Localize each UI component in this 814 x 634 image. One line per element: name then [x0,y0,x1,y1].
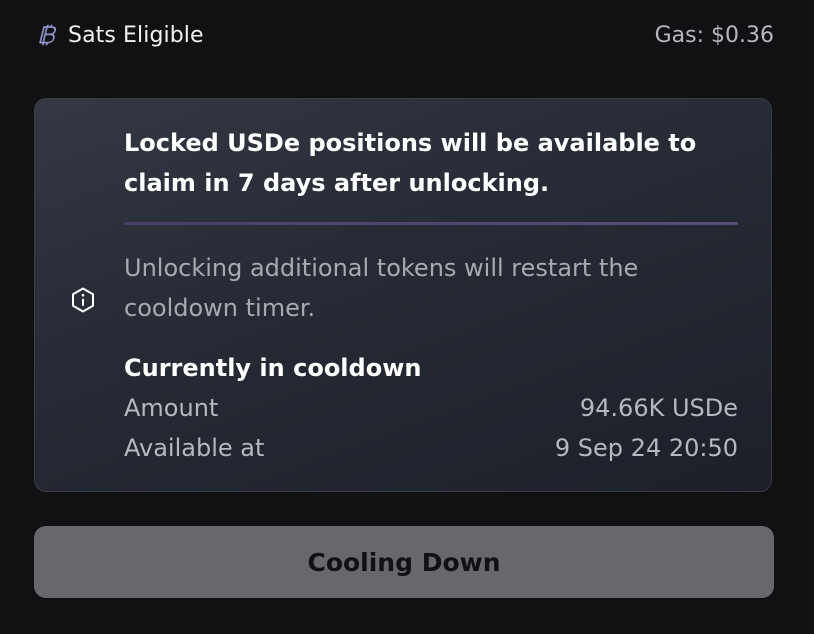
card-content: Locked USDe positions will be available … [124,123,738,468]
sats-eligible-label: Sats Eligible [68,22,204,48]
sats-eligible: Sats Eligible [34,23,204,48]
amount-row: Amount 94.66K USDe [124,388,738,428]
amount-value: 94.66K USDe [579,394,738,422]
bitcoin-icon [34,23,58,47]
amount-label: Amount [124,394,219,422]
lock-headline: Locked USDe positions will be available … [124,129,697,197]
available-at-value: 9 Sep 24 20:50 [554,434,738,462]
info-hexagon-icon [70,286,96,314]
unlock-panel: Sats Eligible Gas: $0.36 Locked USDe pos… [0,0,814,634]
cooldown-info-card: Locked USDe positions will be available … [34,98,772,492]
cooling-down-button[interactable]: Cooling Down [34,526,774,598]
available-at-row: Available at 9 Sep 24 20:50 [124,428,738,468]
cooldown-title: Currently in cooldown [124,354,422,382]
top-bar: Sats Eligible Gas: $0.36 [34,18,774,52]
available-at-label: Available at [124,434,265,462]
gas-price: Gas: $0.36 [654,22,774,48]
cooldown-note: Unlocking additional tokens will restart… [124,254,639,322]
divider [124,222,738,225]
